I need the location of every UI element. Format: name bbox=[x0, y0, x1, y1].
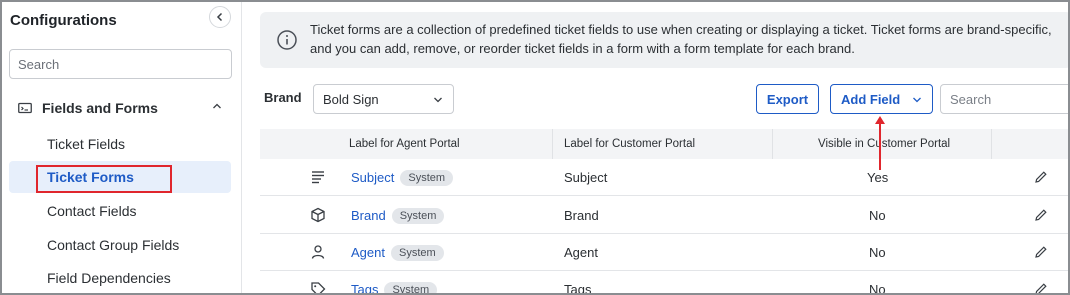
pencil-icon[interactable] bbox=[1034, 282, 1048, 295]
field-name-link[interactable]: Brand bbox=[351, 208, 386, 223]
field-name-link[interactable]: Agent bbox=[351, 245, 385, 260]
system-badge: System bbox=[384, 281, 438, 293]
app-window: Configurations Search Fields and Forms T… bbox=[0, 0, 1070, 295]
chevron-down-icon bbox=[913, 97, 921, 103]
export-button[interactable]: Export bbox=[756, 84, 819, 114]
visible-cell: No bbox=[869, 282, 886, 295]
add-field-label: Add Field bbox=[841, 91, 901, 107]
banner-line-1: Ticket forms are a collection of predefi… bbox=[310, 22, 1052, 37]
text-lines-icon bbox=[312, 171, 324, 184]
sidebar-group-fields-and-forms[interactable]: Fields and Forms bbox=[18, 98, 228, 118]
customer-label-cell: Tags bbox=[564, 282, 592, 295]
field-name-link[interactable]: Tags bbox=[351, 282, 378, 293]
chevron-down-icon bbox=[434, 97, 442, 103]
visible-cell: No bbox=[869, 245, 886, 260]
system-badge: System bbox=[390, 244, 444, 261]
sidebar-item-contact-group-fields[interactable]: Contact Group Fields bbox=[9, 229, 231, 261]
table-header: Label for Agent Portal Label for Custome… bbox=[260, 129, 1068, 159]
sidebar-search-input[interactable]: Search bbox=[9, 49, 232, 79]
pencil-icon[interactable] bbox=[1034, 208, 1048, 222]
pencil-icon[interactable] bbox=[1034, 245, 1048, 259]
visible-cell: No bbox=[869, 208, 886, 223]
highlight-box bbox=[36, 165, 172, 193]
add-field-button[interactable]: Add Field bbox=[830, 84, 933, 114]
info-icon bbox=[277, 30, 297, 50]
sidebar-group-label: Fields and Forms bbox=[42, 100, 158, 116]
table-row[interactable]: Agent System Agent No bbox=[260, 234, 1068, 271]
column-divider bbox=[772, 129, 773, 159]
chevron-up-icon bbox=[213, 103, 221, 109]
pencil-icon[interactable] bbox=[1034, 170, 1048, 184]
sidebar-item-ticket-fields[interactable]: Ticket Fields bbox=[9, 128, 231, 160]
brand-select[interactable]: Bold Sign bbox=[313, 84, 454, 114]
column-header-customer-label: Label for Customer Portal bbox=[564, 138, 696, 150]
sidebar-item-contact-fields[interactable]: Contact Fields bbox=[9, 195, 231, 227]
column-divider bbox=[552, 129, 553, 159]
sidebar-item-field-dependencies[interactable]: Field Dependencies bbox=[9, 262, 231, 293]
system-badge: System bbox=[400, 169, 454, 186]
customer-label-cell: Brand bbox=[564, 208, 599, 223]
tag-icon bbox=[311, 282, 326, 293]
table-row[interactable]: Brand System Brand No bbox=[260, 197, 1068, 234]
person-icon bbox=[311, 245, 325, 259]
customer-label-cell: Agent bbox=[564, 245, 598, 260]
system-badge: System bbox=[391, 207, 445, 224]
table-row[interactable]: Subject System Subject Yes bbox=[260, 159, 1068, 196]
column-divider bbox=[991, 129, 992, 159]
brand-select-value: Bold Sign bbox=[323, 91, 379, 107]
chevron-left-icon bbox=[216, 12, 223, 22]
banner-text: Ticket forms are a collection of predefi… bbox=[310, 20, 1068, 58]
brand-label: Brand bbox=[264, 90, 302, 105]
field-search-input[interactable]: Search bbox=[940, 84, 1068, 114]
sidebar: Configurations Search Fields and Forms T… bbox=[2, 2, 242, 293]
table-row[interactable]: Tags System Tags No bbox=[260, 271, 1068, 295]
collapse-sidebar-button[interactable] bbox=[209, 6, 231, 28]
sidebar-title: Configurations bbox=[10, 12, 117, 29]
column-header-agent-label: Label for Agent Portal bbox=[349, 138, 460, 150]
field-name-link[interactable]: Subject bbox=[351, 170, 394, 185]
customer-label-cell: Subject bbox=[564, 170, 608, 185]
banner-line-2: and you can add, remove, or reorder tick… bbox=[310, 41, 855, 56]
form-icon bbox=[18, 102, 32, 114]
cube-icon bbox=[311, 207, 325, 223]
annotation-arrow bbox=[875, 116, 885, 170]
main-content: Ticket forms are a collection of predefi… bbox=[243, 2, 1068, 295]
